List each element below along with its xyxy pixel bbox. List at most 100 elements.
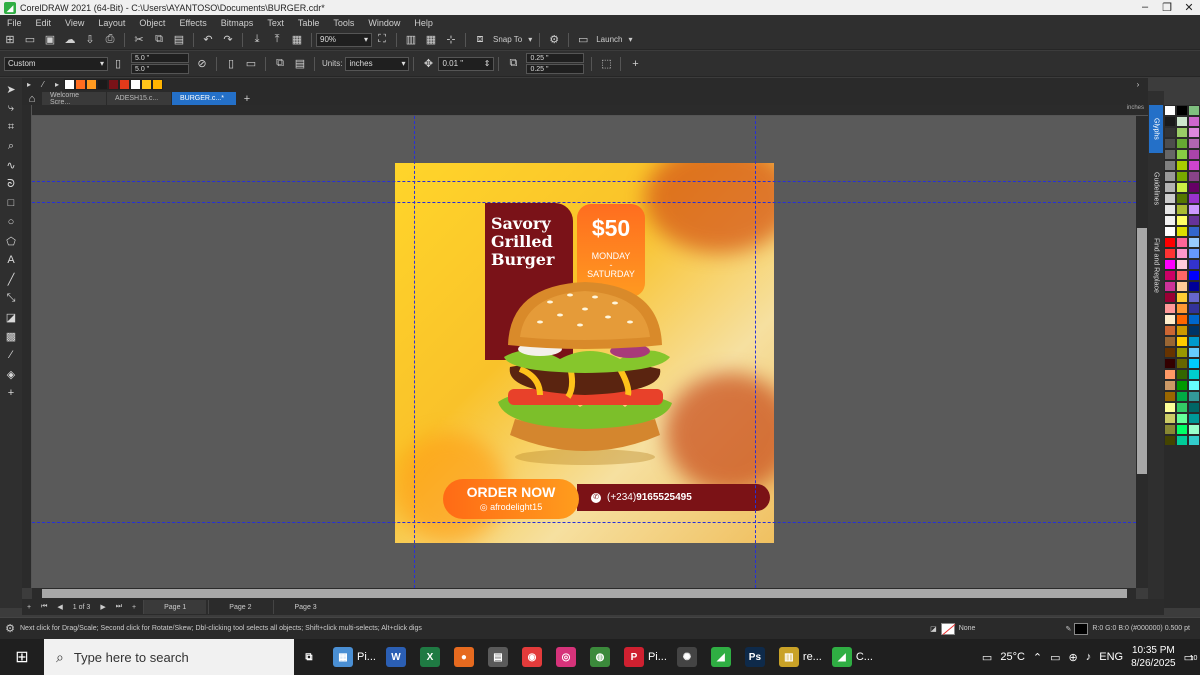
menu-view[interactable]: View (58, 18, 91, 28)
guideline-horizontal[interactable] (32, 522, 1136, 523)
launch-icon[interactable]: ▭ (575, 32, 591, 48)
horizontal-scrollbar[interactable] (32, 588, 1136, 599)
palette-color-swatch[interactable] (1188, 402, 1200, 413)
palette-color-swatch[interactable] (1188, 336, 1200, 347)
network-icon[interactable]: ⊕ (1069, 651, 1078, 664)
palette-color-swatch[interactable] (1164, 303, 1176, 314)
palette-color-swatch[interactable] (1176, 171, 1188, 182)
palette-color-swatch[interactable] (1176, 435, 1188, 446)
gear-icon[interactable]: ⚙ (2, 621, 18, 637)
paste-icon[interactable]: ▤ (171, 32, 187, 48)
palette-color-swatch[interactable] (1188, 369, 1200, 380)
palette-color-swatch[interactable] (1188, 116, 1200, 127)
taskbar-app-button[interactable]: ◍ (585, 639, 619, 675)
palette-color-swatch[interactable] (1164, 336, 1176, 347)
palette-swatch[interactable] (75, 79, 86, 90)
undo-icon[interactable]: ↶ (200, 32, 216, 48)
palette-color-swatch[interactable] (1176, 204, 1188, 215)
palette-color-swatch[interactable] (1176, 149, 1188, 160)
fill-indicator[interactable]: ◪ None (930, 622, 975, 635)
palette-color-swatch[interactable] (1188, 105, 1200, 116)
palette-color-swatch[interactable] (1164, 292, 1176, 303)
docker-tab-guidelines[interactable]: Guidelines (1149, 159, 1163, 219)
menu-bitmaps[interactable]: Bitmaps (214, 18, 261, 28)
palette-swatch[interactable] (152, 79, 163, 90)
new-document-icon[interactable]: ⊞ (2, 32, 18, 48)
scroll-thumb[interactable] (1137, 228, 1147, 474)
palette-color-swatch[interactable] (1164, 138, 1176, 149)
palette-color-swatch[interactable] (1176, 237, 1188, 248)
cut-icon[interactable]: ✂ (131, 32, 147, 48)
menu-tools[interactable]: Tools (326, 18, 361, 28)
taskbar-app-button[interactable]: P Pi... (619, 639, 672, 675)
palette-color-swatch[interactable] (1188, 347, 1200, 358)
palette-color-swatch[interactable] (1176, 215, 1188, 226)
palette-color-swatch[interactable] (1164, 182, 1176, 193)
palette-color-swatch[interactable] (1188, 127, 1200, 138)
palette-color-swatch[interactable] (1164, 193, 1176, 204)
palette-color-swatch[interactable] (1188, 424, 1200, 435)
palette-color-swatch[interactable] (1176, 116, 1188, 127)
battery-icon[interactable]: ▭ (1050, 651, 1060, 664)
vertical-scrollbar[interactable] (1136, 116, 1148, 588)
open-icon[interactable]: ▭ (22, 32, 38, 48)
palette-color-swatch[interactable] (1188, 215, 1200, 226)
taskbar-app-button[interactable]: ◢ C... (827, 639, 878, 675)
all-pages-icon[interactable]: ⧉ (272, 56, 288, 72)
palette-swatch[interactable] (86, 79, 97, 90)
palette-color-swatch[interactable] (1176, 138, 1188, 149)
palette-color-swatch[interactable] (1188, 270, 1200, 281)
palette-color-swatch[interactable] (1164, 325, 1176, 336)
palette-swatch[interactable] (97, 79, 108, 90)
palette-color-swatch[interactable] (1164, 281, 1176, 292)
palette-color-swatch[interactable] (1188, 160, 1200, 171)
parallel-dimension-icon[interactable]: ╱ (3, 270, 19, 288)
tab-page-3[interactable]: Page 3 (273, 600, 336, 614)
taskbar-app-button[interactable]: ▦ Pi... (328, 639, 381, 675)
palette-color-swatch[interactable] (1176, 336, 1188, 347)
palette-color-swatch[interactable] (1188, 259, 1200, 270)
burger-poster[interactable]: Savory Grilled Burger $50 MONDAY - SATUR… (395, 163, 774, 543)
menu-object[interactable]: Object (132, 18, 172, 28)
clock[interactable]: 10:35 PM 8/26/2025 (1131, 644, 1176, 670)
palette-color-swatch[interactable] (1188, 237, 1200, 248)
nudge-distance-field[interactable]: 0.01 " ⇕ (438, 56, 495, 71)
menu-layout[interactable]: Layout (91, 18, 132, 28)
palette-color-swatch[interactable] (1176, 270, 1188, 281)
palette-color-swatch[interactable] (1176, 314, 1188, 325)
add-icon[interactable]: + (627, 56, 643, 72)
docker-tab-find-replace[interactable]: Find and Replace (1149, 225, 1163, 305)
taskbar-app-button[interactable]: ● (449, 639, 483, 675)
outline-indicator[interactable]: ✎ R:0 G:0 B:0 (#000000) 0.500 pt (1065, 622, 1190, 635)
polygon-tool-icon[interactable]: ⬠ (3, 232, 19, 250)
palette-color-swatch[interactable] (1164, 127, 1176, 138)
duplicate-y-field[interactable]: 0.25 " (526, 64, 585, 74)
palette-color-swatch[interactable] (1188, 182, 1200, 193)
palette-color-swatch[interactable] (1188, 138, 1200, 149)
palette-color-swatch[interactable] (1188, 193, 1200, 204)
page-width-field[interactable]: 5.0 " (131, 53, 189, 63)
windows-start-button[interactable]: ⊞ (0, 639, 44, 675)
palette-swatch[interactable] (64, 79, 75, 90)
palette-swatch[interactable] (119, 79, 130, 90)
palette-color-swatch[interactable] (1176, 413, 1188, 424)
palette-color-swatch[interactable] (1176, 248, 1188, 259)
weather-temp[interactable]: 25°C (1000, 651, 1025, 663)
artistic-media-icon[interactable]: ᘐ (3, 175, 19, 193)
palette-color-swatch[interactable] (1164, 149, 1176, 160)
cloud-upload-icon[interactable]: ☁ (62, 32, 78, 48)
palette-color-swatch[interactable] (1164, 314, 1176, 325)
volume-icon[interactable]: ♪ (1086, 651, 1092, 663)
full-screen-icon[interactable]: ⛶ (374, 32, 390, 48)
palette-color-swatch[interactable] (1188, 358, 1200, 369)
palette-color-swatch[interactable] (1164, 424, 1176, 435)
palette-color-swatch[interactable] (1164, 204, 1176, 215)
palette-color-swatch[interactable] (1164, 391, 1176, 402)
page-preset-combo[interactable]: Custom ▾ (4, 56, 108, 71)
guideline-vertical[interactable] (755, 116, 756, 588)
page-height-field[interactable]: 5.0 " (131, 64, 189, 74)
palette-color-swatch[interactable] (1176, 347, 1188, 358)
ellipse-tool-icon[interactable]: ○ (3, 213, 19, 231)
pick-tool-icon[interactable]: ➤ (3, 80, 19, 98)
snap-icon[interactable]: ⧈ (472, 32, 488, 48)
